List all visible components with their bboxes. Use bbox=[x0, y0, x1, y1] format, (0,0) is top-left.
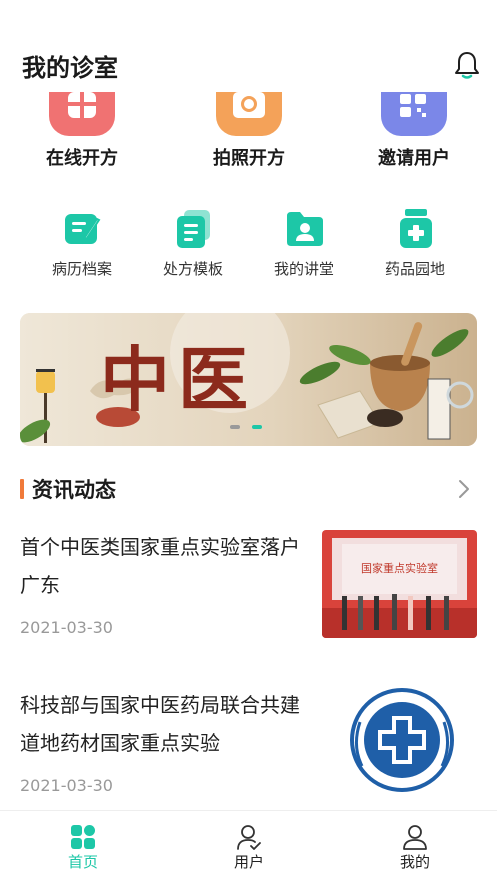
prescription-template-button[interactable]: 处方模板 bbox=[138, 208, 248, 283]
medicine-garden-button[interactable]: 药品园地 bbox=[360, 208, 470, 283]
news-section-header[interactable]: 资讯动态 bbox=[0, 470, 497, 506]
users-icon bbox=[236, 824, 262, 850]
bottom-tab-bar: 首页 用户 我的 bbox=[0, 810, 497, 883]
prescription-template-label: 处方模板 bbox=[162, 260, 223, 278]
news-title: 科技部与国家中医药局联合共建道地药材国家重点实验 bbox=[20, 693, 300, 755]
medical-record-icon bbox=[63, 208, 103, 250]
photo-prescription-button[interactable]: 拍照开方 bbox=[189, 92, 309, 172]
page-title: 我的诊室 bbox=[22, 54, 118, 82]
my-lecture-button[interactable]: 我的讲堂 bbox=[249, 208, 359, 283]
my-lecture-label: 我的讲堂 bbox=[273, 260, 334, 278]
bell-icon[interactable] bbox=[452, 50, 482, 80]
news-thumbnail-emblem bbox=[322, 686, 477, 794]
section-accent-bar bbox=[20, 479, 24, 499]
news-date: 2021-03-30 bbox=[20, 776, 113, 795]
home-grid-icon bbox=[70, 824, 96, 850]
tab-users[interactable]: 用户 bbox=[166, 811, 332, 883]
qr-code-icon bbox=[381, 92, 447, 136]
news-thumbnail-caption: 国家重点实验室 bbox=[361, 562, 438, 575]
news-item-1[interactable]: 首个中医类国家重点实验室落户广东 2021-03-30 国家重点实验室 bbox=[0, 528, 497, 658]
invite-user-button[interactable]: 邀请用户 bbox=[354, 92, 474, 172]
news-section-title: 资讯动态 bbox=[32, 478, 116, 502]
profile-icon bbox=[402, 824, 428, 850]
tab-home[interactable]: 首页 bbox=[0, 811, 166, 883]
news-thumbnail: 国家重点实验室 bbox=[322, 530, 477, 638]
invite-user-label: 邀请用户 bbox=[378, 148, 450, 169]
medicine-bottle-icon bbox=[396, 208, 436, 250]
promo-banner[interactable]: 中医 bbox=[20, 313, 477, 446]
online-prescription-label: 在线开方 bbox=[46, 148, 118, 169]
photo-prescription-label: 拍照开方 bbox=[213, 148, 285, 169]
medical-records-button[interactable]: 病历档案 bbox=[27, 208, 137, 283]
online-prescription-button[interactable]: 在线开方 bbox=[22, 92, 142, 172]
medicine-garden-label: 药品园地 bbox=[384, 260, 445, 278]
news-title: 首个中医类国家重点实验室落户广东 bbox=[20, 535, 300, 597]
news-item-2[interactable]: 科技部与国家中医药局联合共建道地药材国家重点实验 2021-03-30 bbox=[0, 686, 497, 816]
primary-actions: 在线开方 拍照开方 邀请用户 bbox=[0, 92, 497, 172]
medical-records-label: 病历档案 bbox=[51, 260, 112, 278]
tab-profile[interactable]: 我的 bbox=[332, 811, 497, 883]
carousel-dot-1[interactable] bbox=[230, 425, 240, 429]
template-icon bbox=[174, 208, 214, 250]
page-header: 我的诊室 bbox=[0, 38, 497, 88]
tab-home-label: 首页 bbox=[67, 853, 98, 871]
lecture-folder-icon bbox=[285, 208, 325, 250]
prescription-grid-icon bbox=[49, 92, 115, 136]
tab-profile-label: 我的 bbox=[399, 853, 430, 871]
tab-users-label: 用户 bbox=[233, 853, 264, 871]
carousel-dot-2-active[interactable] bbox=[252, 425, 262, 429]
secondary-actions: 病历档案 处方模板 我的讲堂 药品园地 bbox=[0, 208, 497, 283]
camera-icon bbox=[216, 92, 282, 136]
chevron-right-icon[interactable] bbox=[457, 478, 471, 500]
news-date: 2021-03-30 bbox=[20, 618, 113, 637]
